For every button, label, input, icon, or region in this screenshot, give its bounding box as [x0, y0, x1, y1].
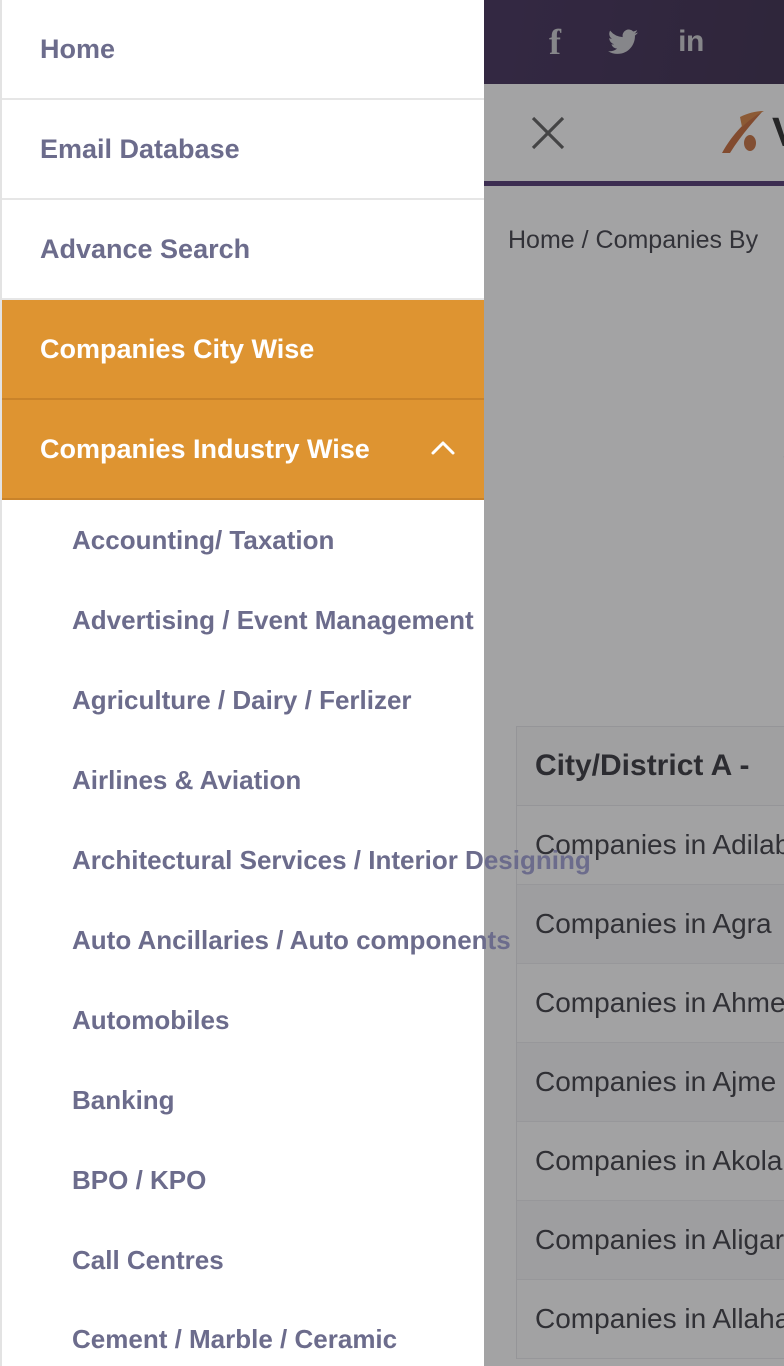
table-row[interactable]: Companies in Ahme: [517, 964, 784, 1043]
side-drawer-menu: Home Email Database Advance Search Companie…: [0, 0, 591, 1366]
table-row[interactable]: Companies in Ajme: [517, 1043, 784, 1122]
close-icon[interactable]: [527, 112, 569, 154]
social-links: f in: [540, 0, 784, 84]
drawer-menu-item[interactable]: Advance Search: [2, 200, 484, 300]
logo-mark-icon: [716, 109, 768, 157]
industry-submenu-item[interactable]: Architectural Services / Interior Design…: [2, 820, 591, 900]
brand-text: V: [772, 109, 784, 156]
drawer-menu-item-label: Companies Industry Wise: [40, 433, 370, 464]
drawer-menu-item[interactable]: Home: [2, 0, 484, 100]
industry-submenu-item[interactable]: Auto Ancillaries / Auto components: [2, 900, 511, 980]
linkedin-icon[interactable]: in: [676, 25, 706, 59]
drawer-menu-item[interactable]: Email Database: [2, 100, 484, 200]
table-body: Companies in Adilab Companies in Agra Comp…: [517, 806, 784, 1359]
page-subtitle-line1: View the foll: [484, 450, 784, 494]
table-row[interactable]: Companies in Akola: [517, 1122, 784, 1201]
brand-logo[interactable]: V: [716, 109, 784, 157]
page-title-line1: Compan: [484, 300, 784, 364]
page-subtitle-line2: City/D: [484, 497, 784, 541]
table-row[interactable]: Companies in Allaha: [517, 1280, 784, 1359]
page-title-line2: City and: [484, 364, 784, 428]
table-row[interactable]: Companies in Agra: [517, 885, 784, 964]
chevron-up-icon[interactable]: [426, 432, 460, 466]
industry-submenu-item[interactable]: Cement / Marble / Ceramic: [2, 1300, 484, 1366]
drawer-menu-item-label: Advance Search: [40, 233, 251, 264]
industry-submenu-item[interactable]: BPO / KPO: [2, 1140, 484, 1220]
industry-submenu: Accounting/ Taxation Advertising / Event …: [2, 500, 591, 1366]
facebook-glyph: f: [549, 22, 561, 62]
industry-submenu-item[interactable]: Call Centres: [2, 1220, 484, 1300]
table-row[interactable]: Companies in Aligar: [517, 1201, 784, 1280]
industry-submenu-item[interactable]: Banking: [2, 1060, 484, 1140]
industry-submenu-item[interactable]: Airlines & Aviation: [2, 740, 484, 820]
drawer-menu-item-label: Companies City Wise: [40, 333, 315, 364]
drawer-menu-item[interactable]: Companies Industry Wise: [2, 400, 484, 500]
twitter-icon[interactable]: [608, 25, 638, 59]
industry-submenu-item[interactable]: Agriculture / Dairy / Ferlizer: [2, 660, 484, 740]
drawer-menu-item[interactable]: Companies City Wise: [2, 300, 484, 400]
screen: f in Home / Companies By City/District A…: [0, 0, 784, 1366]
drawer-menu-item-label: Home: [40, 33, 116, 64]
industry-submenu-item[interactable]: Automobiles: [2, 980, 484, 1060]
city-district-table: City/District A - Companies in Adilab Com…: [516, 726, 784, 1359]
hero-section: Compan City and View the foll City/D: [484, 300, 784, 541]
linkedin-glyph: in: [678, 25, 704, 58]
table-header: City/District A -: [517, 727, 784, 806]
facebook-icon[interactable]: f: [540, 22, 570, 62]
industry-submenu-item[interactable]: Advertising / Event Management: [2, 580, 484, 660]
drawer-menu-item-label: Email Database: [40, 133, 240, 164]
industry-submenu-item[interactable]: Accounting/ Taxation: [2, 500, 484, 580]
drawer-menu-list: Home Email Database Advance Search Companie…: [2, 0, 484, 500]
